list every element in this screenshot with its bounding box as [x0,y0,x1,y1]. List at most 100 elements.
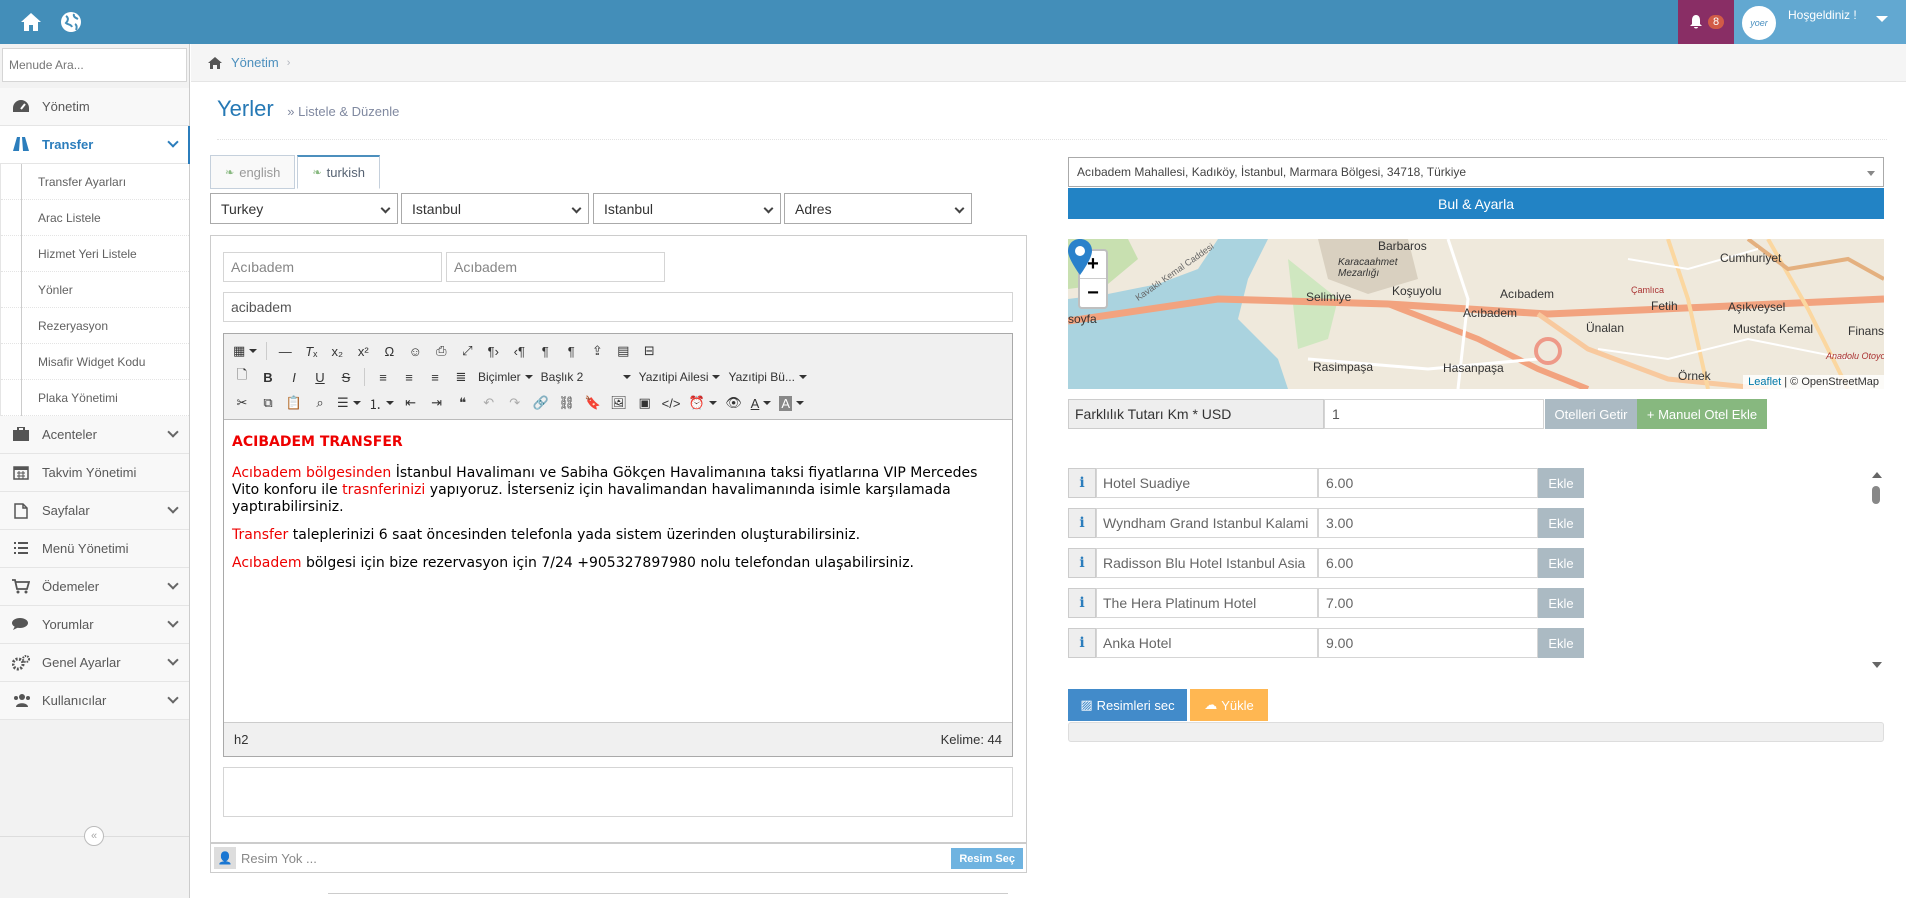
superscript-icon[interactable]: x² [351,340,375,362]
copy-icon[interactable]: ⧉ [256,392,280,414]
add-hotel-button[interactable]: Ekle [1538,588,1584,618]
zoom-out-button[interactable]: − [1080,279,1106,307]
sidebar-item-transfer[interactable]: Transfer [0,126,190,164]
underline-icon[interactable]: U [308,366,332,388]
blockquote-icon[interactable]: ❝ [451,392,475,414]
sidebar-collapse-button[interactable]: « [84,826,104,846]
datetime-icon[interactable]: ⏰ [685,392,719,414]
sidebar-item-takvim-yonetimi[interactable]: Takvim Yönetimi [0,454,189,492]
sidebar-item-genel-ayarlar[interactable]: Genel Ayarlar [0,644,189,682]
unlink-icon[interactable]: ⛓ [555,392,579,414]
upload-icon[interactable]: ⇪ [585,340,609,362]
globe-icon[interactable] [59,10,83,34]
align-right-icon[interactable]: ≡ [423,366,447,388]
hotel-list-scrollbar[interactable] [1870,472,1882,668]
map-marker-icon[interactable] [1068,239,1092,275]
bookmark-icon[interactable]: 🔖 [581,392,605,414]
hotel-name[interactable]: Hotel Suadiye [1096,468,1318,498]
hotel-name[interactable]: Anka Hotel [1096,628,1318,658]
info-icon[interactable]: i [1068,468,1096,498]
redo-icon[interactable]: ↷ [503,392,527,414]
submenu-item-rezeryasyon[interactable]: Rezeryasyon [1,308,189,344]
hotel-distance-input[interactable]: 6.00 [1318,468,1538,498]
map[interactable]: Barbaros Karacaahmet Mezarlığı Cumhuriye… [1068,239,1884,389]
add-hotel-button[interactable]: Ekle [1538,548,1584,578]
new-document-icon[interactable]: 🗋 [230,366,254,388]
upload-button[interactable]: ☁ Yükle [1190,689,1268,721]
submenu-item-plaka-yonetimi[interactable]: Plaka Yönetimi [1,380,189,416]
sidebar-item-yorumlar[interactable]: Yorumlar [0,606,189,644]
sidebar-item-odemeler[interactable]: Ödemeler [0,568,189,606]
tab-turkish[interactable]: ❧ turkish [297,155,380,189]
italic-icon[interactable]: I [282,366,306,388]
submenu-item-transfer-ayarlari[interactable]: Transfer Ayarları [1,164,189,200]
notifications-button[interactable]: 8 [1678,0,1734,44]
indent-icon[interactable]: ⇥ [425,392,449,414]
type-select[interactable]: Adres [784,193,972,224]
subscript-icon[interactable]: x₂ [325,340,349,362]
bold-icon[interactable]: B [256,366,280,388]
add-hotel-button[interactable]: Ekle [1538,468,1584,498]
fetch-hotels-button[interactable]: Otelleri Getir [1545,399,1637,429]
add-manual-hotel-button[interactable]: + Manuel Otel Ekle [1637,399,1767,429]
info-icon[interactable]: i [1068,548,1096,578]
sidebar-item-kullanicilar[interactable]: Kullanıcılar [0,682,189,720]
name-input-2[interactable]: Acıbadem [446,252,665,282]
difference-input[interactable]: 1 [1324,399,1544,429]
sidebar-item-sayfalar[interactable]: Sayfalar [0,492,189,530]
breadcrumb-home-link[interactable]: Yönetim [231,55,279,70]
menu-search-input[interactable] [2,48,187,82]
description-textarea[interactable] [223,767,1013,817]
text-color-icon[interactable]: A [748,392,775,414]
fullscreen-icon[interactable]: ⤢ [455,340,479,362]
user-menu[interactable]: yoer Hoşgeldiniz ! [1734,0,1906,44]
hotel-name[interactable]: Wyndham Grand Istanbul Kalami [1096,508,1318,538]
select-image-button[interactable]: Resim Seç [951,848,1023,869]
add-hotel-button[interactable]: Ekle [1538,628,1584,658]
image-icon[interactable]: 🖼 [607,392,631,414]
hotel-distance-input[interactable]: 9.00 [1318,628,1538,658]
numbered-list-icon[interactable]: ⒈ [366,392,397,414]
page-break-icon[interactable]: ⊟ [637,340,661,362]
find-replace-icon[interactable]: ⌕ [308,392,332,414]
strikethrough-icon[interactable]: S [334,366,358,388]
bullet-list-icon[interactable]: ☰ [334,392,364,414]
leaflet-link[interactable]: Leaflet [1748,376,1781,388]
rtl-icon[interactable]: ‹¶ [507,340,531,362]
formats-dropdown[interactable]: Biçimler [475,366,536,388]
hotel-distance-input[interactable]: 7.00 [1318,588,1538,618]
find-and-set-button[interactable]: Bul & Ayarla [1068,188,1884,219]
hotel-distance-input[interactable]: 6.00 [1318,548,1538,578]
undo-icon[interactable]: ↶ [477,392,501,414]
font-family-dropdown[interactable]: Yazıtipi Ailesi [636,366,724,388]
tab-english[interactable]: ❧ english [210,155,296,189]
ltr-icon[interactable]: ¶› [481,340,505,362]
submenu-item-yonler[interactable]: Yönler [1,272,189,308]
scroll-thumb[interactable] [1872,486,1880,504]
element-path[interactable]: h2 [234,732,248,747]
slug-input[interactable]: acibadem [223,292,1013,322]
info-icon[interactable]: i [1068,588,1096,618]
template-icon[interactable]: ▤ [611,340,635,362]
editor-content[interactable]: ACIBADEM TRANSFER Acıbadem bölgesinden İ… [224,420,1012,722]
preview-icon[interactable]: 👁 [722,392,746,414]
sidebar-item-menu-yonetimi[interactable]: Menü Yönetimi [0,530,189,568]
hotel-distance-input[interactable]: 3.00 [1318,508,1538,538]
paste-icon[interactable]: 📋 [282,392,306,414]
select-images-button[interactable]: ▨ Resimleri sec [1068,689,1187,721]
sidebar-item-yonetim[interactable]: Yönetim [0,88,189,126]
add-hotel-button[interactable]: Ekle [1538,508,1584,538]
info-icon[interactable]: i [1068,628,1096,658]
submenu-item-hizmet-yeri-listele[interactable]: Hizmet Yeri Listele [1,236,189,272]
special-char-icon[interactable]: Ω [377,340,401,362]
cut-icon[interactable]: ✂ [230,392,254,414]
horizontal-rule-icon[interactable]: — [273,340,297,362]
media-icon[interactable]: ▣ [633,392,657,414]
submenu-item-arac-listele[interactable]: Arac Listele [1,200,189,236]
align-justify-icon[interactable]: ≣ [449,366,473,388]
info-icon[interactable]: i [1068,508,1096,538]
font-size-dropdown[interactable]: Yazıtipi Bü... [725,366,809,388]
background-color-icon[interactable]: A [776,392,807,414]
show-blocks-icon[interactable]: ¶ [559,340,583,362]
heading-dropdown[interactable]: Başlık 2 [538,366,634,388]
